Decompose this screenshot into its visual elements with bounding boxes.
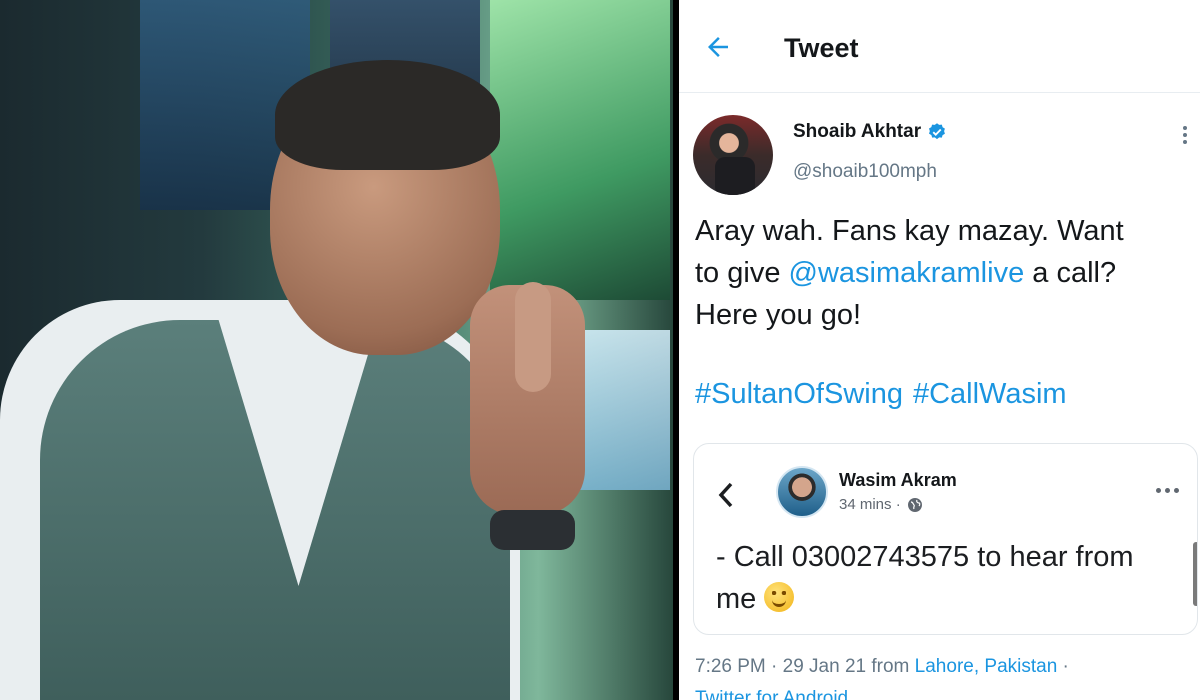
embedded-author-name[interactable]: Wasim Akram — [839, 470, 957, 491]
embedded-line: - Call 03002743575 to hear from — [716, 541, 1134, 573]
tweet-line: Aray wah. Fans kay mazay. Want — [695, 215, 1124, 247]
hashtag-link[interactable]: #SultanOfSwing — [695, 378, 903, 410]
top-bar: Tweet — [679, 0, 1200, 93]
tweet-text-span: to give — [695, 257, 789, 289]
avatar[interactable] — [776, 466, 828, 518]
tweet-screenshot: Tweet Shoaib Akhtar @shoaib100mph Aray w… — [679, 0, 1200, 700]
author-name-row[interactable]: Shoaib Akhtar — [793, 121, 947, 143]
hashtags: #SultanOfSwing #CallWasim — [695, 378, 1077, 411]
location-link[interactable]: Lahore, Pakistan — [915, 656, 1058, 677]
tweet-time-date: 7:26 PM · 29 Jan 21 from — [695, 656, 915, 677]
embedded-post-card[interactable]: Wasim Akram 34 mins · - Call 03002743575… — [693, 443, 1198, 635]
globe-icon — [907, 497, 922, 512]
tweet-line: Here you go! — [695, 299, 862, 331]
tweet-body: Aray wah. Fans kay mazay. Want to give @… — [695, 210, 1190, 336]
person-hair — [275, 60, 500, 170]
author-handle[interactable]: @shoaib100mph — [793, 161, 937, 183]
smiling-face-icon — [764, 582, 795, 612]
verified-badge-icon — [929, 123, 946, 140]
tweet-line: to give @wasimakramlive a call? — [695, 252, 1190, 294]
avatar[interactable] — [693, 115, 773, 195]
arrow-left-icon[interactable] — [703, 32, 737, 62]
chevron-left-icon[interactable] — [716, 480, 736, 510]
embedded-post-text: - Call 03002743575 to hear from me — [716, 536, 1186, 620]
embedded-text-span: me — [716, 583, 757, 615]
author-name[interactable]: Shoaib Akhtar — [793, 121, 921, 143]
more-options-icon[interactable] — [1156, 488, 1179, 493]
scrollbar[interactable] — [1193, 542, 1197, 606]
meta-separator: · — [1057, 656, 1069, 677]
embedded-line: me — [716, 578, 1186, 620]
page-title: Tweet — [784, 33, 859, 63]
tweet-author: Shoaib Akhtar @shoaib100mph — [693, 115, 1198, 195]
person-raised-finger — [515, 282, 551, 392]
tweet-meta: 7:26 PM · 29 Jan 21 from Lahore, Pakista… — [695, 656, 1069, 678]
embedded-time-text: 34 mins · — [839, 496, 901, 513]
background-screen — [490, 0, 670, 300]
more-options-icon[interactable] — [1178, 123, 1192, 149]
client-link[interactable]: Twitter for Android — [695, 688, 848, 700]
person-watch — [490, 510, 575, 550]
embedded-timestamp: 34 mins · — [839, 496, 923, 513]
tweet-text-span: a call? — [1024, 257, 1117, 289]
hashtag-link[interactable]: #CallWasim — [913, 378, 1067, 410]
photo-wasim-akram — [0, 0, 673, 700]
mention-link[interactable]: @wasimakramlive — [789, 257, 1025, 289]
